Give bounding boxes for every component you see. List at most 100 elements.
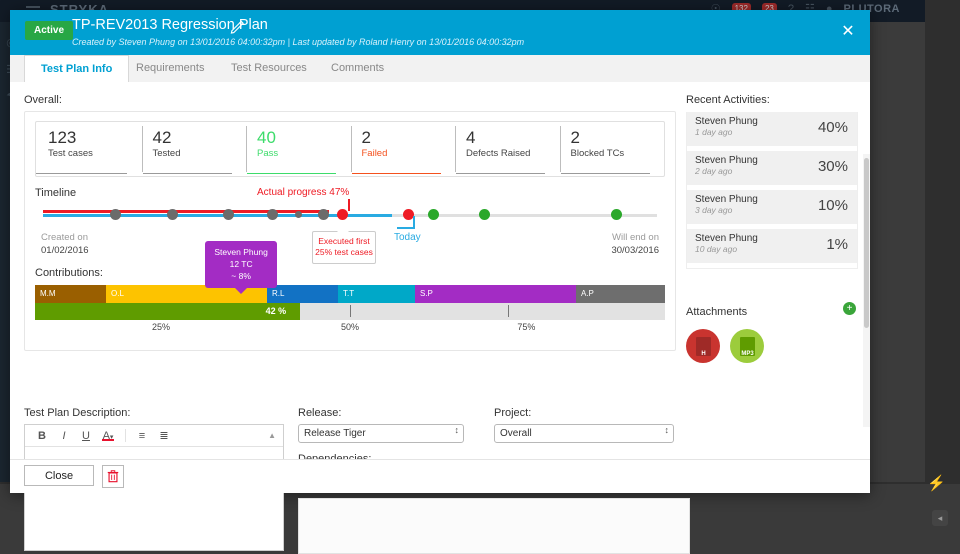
timeline-end-label: Will end on: [612, 232, 659, 243]
timeline-today-stem: [413, 216, 415, 229]
timeline-dot-4[interactable]: [267, 209, 279, 220]
stat-value: 2: [361, 128, 371, 147]
timeline-dot-3[interactable]: [223, 209, 235, 220]
font-color-swatch: [102, 438, 114, 441]
contribution-segment-sp[interactable]: S.P: [415, 285, 576, 303]
scrollbar-thumb[interactable]: [864, 158, 869, 328]
modal-header: Active TP-REV2013 Regression Plan Create…: [10, 10, 870, 55]
editor-toolbar: B I U A▾ ≡ ≣ ▲: [25, 425, 283, 447]
timeline-dot-10[interactable]: [478, 209, 490, 220]
add-attachment-button[interactable]: +: [843, 302, 856, 315]
stat-value: 40: [257, 128, 276, 147]
close-button[interactable]: Close: [24, 465, 94, 486]
tooltip-pct: ~ 8%: [231, 271, 251, 281]
activity-percent: 1%: [826, 236, 848, 253]
contribution-tick-50: [350, 305, 351, 317]
contribution-segment-ap[interactable]: A.P: [576, 285, 665, 303]
stat-value: 123: [48, 128, 77, 147]
contribution-segments: M.M O.L R.L T.T S.P A.P: [35, 285, 665, 303]
modal-scrollbar[interactable]: [863, 154, 870, 427]
timeline-progress-label: Actual progress 47%: [257, 187, 350, 198]
stat-label: Pass: [257, 148, 279, 159]
attachments-list: H MP3: [686, 329, 858, 363]
dependency-notes-area[interactable]: [298, 498, 690, 554]
timeline-dot-11[interactable]: [610, 209, 622, 220]
overall-label: Overall:: [24, 94, 62, 106]
file-extension-label: MP3: [741, 351, 754, 357]
underline-icon[interactable]: U: [75, 430, 97, 442]
timeline-dot-5[interactable]: [294, 211, 302, 218]
stat-value: 4: [466, 128, 476, 147]
contribution-progress-track: 42 %: [35, 303, 665, 320]
file-icon: H: [696, 337, 711, 357]
attachment-h[interactable]: H: [686, 329, 720, 363]
activity-item[interactable]: Steven Phung 2 day ago 30%: [687, 151, 857, 185]
project-select[interactable]: Overall: [494, 424, 674, 443]
chevron-up-icon[interactable]: ▲: [268, 431, 276, 440]
timeline-title: Timeline: [35, 187, 77, 199]
contribution-segment-rl[interactable]: R.L: [267, 285, 338, 303]
timeline-milestone-tooltip: Executed first 25% test cases: [312, 226, 376, 264]
stat-label: Test cases: [48, 148, 93, 159]
tooltip-name: Steven Phung: [214, 247, 268, 257]
timeline-progress-stem: [348, 199, 350, 211]
bullet-list-icon[interactable]: ≡: [131, 430, 153, 442]
contribution-progress-fill: [35, 303, 300, 320]
timeline-dot-1[interactable]: [109, 209, 121, 220]
contribution-tick-75: [507, 305, 509, 317]
test-plan-modal: Active TP-REV2013 Regression Plan Create…: [10, 10, 870, 554]
numbered-list-icon[interactable]: ≣: [153, 429, 175, 442]
contributions-chart: Steven Phung 12 TC ~ 8% M.M O.L R.L T.T S.P A…: [35, 241, 665, 338]
activity-percent: 30%: [817, 158, 848, 175]
tab-comments[interactable]: Comments: [315, 55, 400, 81]
contribution-scale: 25% 50% 75%: [35, 322, 665, 338]
tab-requirements[interactable]: Requirements: [120, 55, 220, 81]
timeline-dot-2[interactable]: [166, 209, 178, 220]
bold-icon[interactable]: B: [31, 430, 53, 442]
timeline-dot-9[interactable]: [428, 209, 440, 220]
contribution-scale-label: 25%: [151, 322, 171, 332]
release-select[interactable]: Release Tiger: [298, 424, 464, 443]
stat-failed: 2 Failed: [350, 126, 456, 174]
background-collapse-arrow-icon[interactable]: ◂: [932, 510, 948, 526]
attachment-mp3[interactable]: MP3: [730, 329, 764, 363]
stat-underline: [142, 173, 232, 174]
font-color-icon[interactable]: A▾: [97, 430, 119, 442]
tooltip-count: 12 TC: [229, 259, 253, 269]
modal-body: Overall: 123 Test cases 42 Tested 40 Pas…: [10, 82, 870, 554]
contribution-scale-label: 75%: [517, 322, 536, 332]
left-column: Overall: 123 Test cases 42 Tested 40 Pas…: [24, 94, 676, 351]
stat-value: 42: [152, 128, 172, 147]
stat-label: Failed: [361, 148, 388, 159]
tab-test-plan-info[interactable]: Test Plan Info: [24, 55, 130, 84]
stat-pass: 40 Pass: [246, 126, 351, 174]
activity-item[interactable]: Steven Phung 1 day ago 40%: [687, 112, 857, 146]
timeline-red-bar: [43, 210, 330, 213]
stats-row: 123 Test cases 42 Tested 40 Pass 2 Faile…: [35, 121, 665, 177]
edit-pencil-icon[interactable]: [230, 19, 245, 34]
background-watermark-icon: ⚡: [927, 475, 946, 492]
tab-test-resources[interactable]: Test Resources: [215, 55, 323, 81]
overall-panel: 123 Test cases 42 Tested 40 Pass 2 Faile…: [24, 111, 676, 351]
stat-underline: [247, 173, 336, 174]
timeline-dot-6[interactable]: [317, 209, 329, 220]
release-label: Release:: [298, 407, 342, 419]
right-column: Recent Activities: Steven Phung 1 day ago…: [686, 94, 858, 460]
contribution-segment-tt[interactable]: T.T: [338, 285, 415, 303]
contribution-tooltip: Steven Phung 12 TC ~ 8%: [205, 241, 278, 294]
stat-blocked-tcs: 2 Blocked TCs: [559, 126, 665, 174]
close-icon[interactable]: ✕: [838, 22, 858, 42]
attachments-header: Attachments +: [686, 302, 858, 320]
attachments-title: Attachments: [686, 306, 748, 318]
delete-button[interactable]: [102, 465, 124, 488]
timeline-end-date: 30/03/2016: [611, 245, 659, 256]
activity-item[interactable]: Steven Phung 10 day ago 1%: [687, 229, 857, 263]
tab-bar: Test Plan Info Requirements Test Resourc…: [10, 55, 870, 84]
activity-item[interactable]: Steven Phung 3 day ago 10%: [687, 190, 857, 224]
italic-icon[interactable]: I: [53, 430, 75, 442]
timeline-dot-7[interactable]: [336, 209, 348, 220]
activity-percent: 10%: [817, 197, 848, 214]
contribution-segment-mm[interactable]: M.M: [35, 285, 106, 303]
timeline-created-date: 01/02/2016: [41, 245, 89, 256]
status-badge: Active: [25, 21, 74, 40]
